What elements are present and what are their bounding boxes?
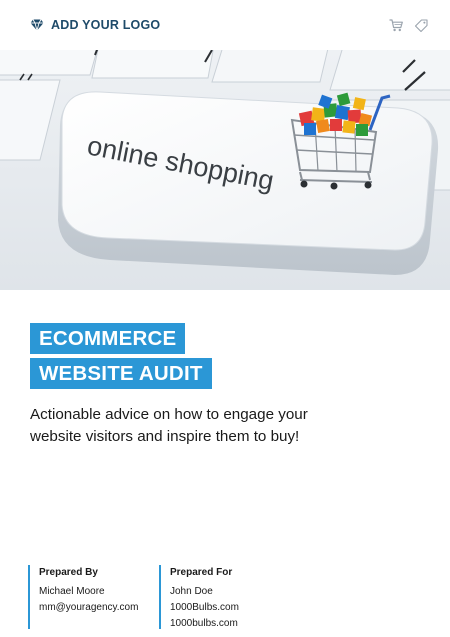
cart-icon[interactable] <box>389 18 403 32</box>
logo[interactable]: ADD YOUR LOGO <box>30 18 160 32</box>
prepared-by-email[interactable]: mm@youragency.com <box>39 600 159 616</box>
diamond-icon <box>30 19 44 31</box>
prepared-by-heading: Prepared By <box>39 567 98 578</box>
prepared-by: Prepared By Michael Moore mm@youragency.… <box>28 565 159 629</box>
prepared-for-company: 1000Bulbs.com <box>170 602 239 613</box>
hero-image: online shopping <box>0 50 450 290</box>
tag-icon[interactable] <box>415 18 428 32</box>
prepared-for-website[interactable]: 1000bulbs.com <box>170 616 239 632</box>
prepared-for: Prepared For John Doe 1000Bulbs.com 1000… <box>159 565 239 629</box>
prepared-info: Prepared By Michael Moore mm@youragency.… <box>28 565 239 629</box>
prepared-for-heading: Prepared For <box>170 567 233 578</box>
page-header: ADD YOUR LOGO <box>0 0 450 50</box>
title-line-1: ECOMMERCE <box>30 323 186 354</box>
report-title: ECOMMERCE WEBSITE AUDIT <box>30 323 212 389</box>
logo-text: ADD YOUR LOGO <box>51 18 161 32</box>
prepared-for-name: John Doe <box>170 586 213 597</box>
prepared-by-name: Michael Moore <box>39 586 105 597</box>
title-line-2: WEBSITE AUDIT <box>30 358 212 389</box>
subtitle: Actionable advice on how to engage your … <box>30 406 308 445</box>
